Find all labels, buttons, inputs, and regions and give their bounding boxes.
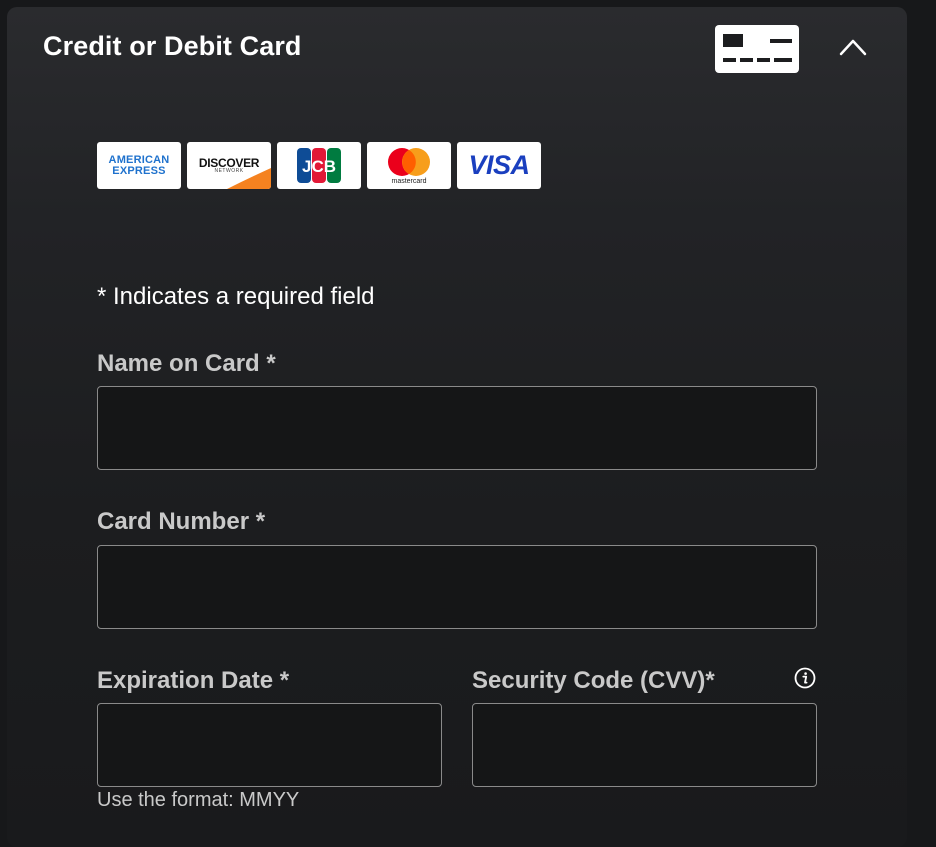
chevron-up-icon (839, 39, 867, 56)
mastercard-logo: mastercard (367, 142, 451, 189)
name-on-card-label: Name on Card * (97, 350, 276, 377)
american-express-logo: AMERICAN EXPRESS (97, 142, 181, 189)
jcb-text: JCB (302, 157, 336, 176)
jcb-logo: JCB (277, 142, 361, 189)
accepted-cards-logos: AMERICAN EXPRESS DISCOVER NETWORK JCB ma… (97, 142, 541, 189)
info-icon[interactable] (794, 667, 816, 689)
name-on-card-input[interactable] (97, 386, 817, 470)
expiration-date-input[interactable] (97, 703, 442, 787)
jcb-mark-icon: JCB (297, 148, 341, 183)
visa-logo: VISA (457, 142, 541, 189)
security-code-input[interactable] (472, 703, 817, 787)
amex-line2: EXPRESS (112, 164, 166, 177)
credit-card-icon (715, 25, 799, 73)
collapse-section-button[interactable] (833, 30, 873, 64)
card-number-input[interactable] (97, 545, 817, 629)
expiration-date-label: Expiration Date * (97, 667, 290, 694)
expiration-format-hint: Use the format: MMYY (97, 789, 300, 811)
security-code-label: Security Code (CVV)* (472, 667, 715, 694)
mastercard-text: mastercard (391, 178, 427, 185)
visa-text: VISA (468, 150, 530, 180)
section-title: Credit or Debit Card (43, 31, 302, 61)
card-number-label: Card Number * (97, 508, 266, 535)
required-field-note: * Indicates a required field (97, 283, 375, 310)
discover-swoosh-icon (227, 168, 271, 189)
discover-logo: DISCOVER NETWORK (187, 142, 271, 189)
amex-line1: AMERICAN (108, 153, 170, 166)
